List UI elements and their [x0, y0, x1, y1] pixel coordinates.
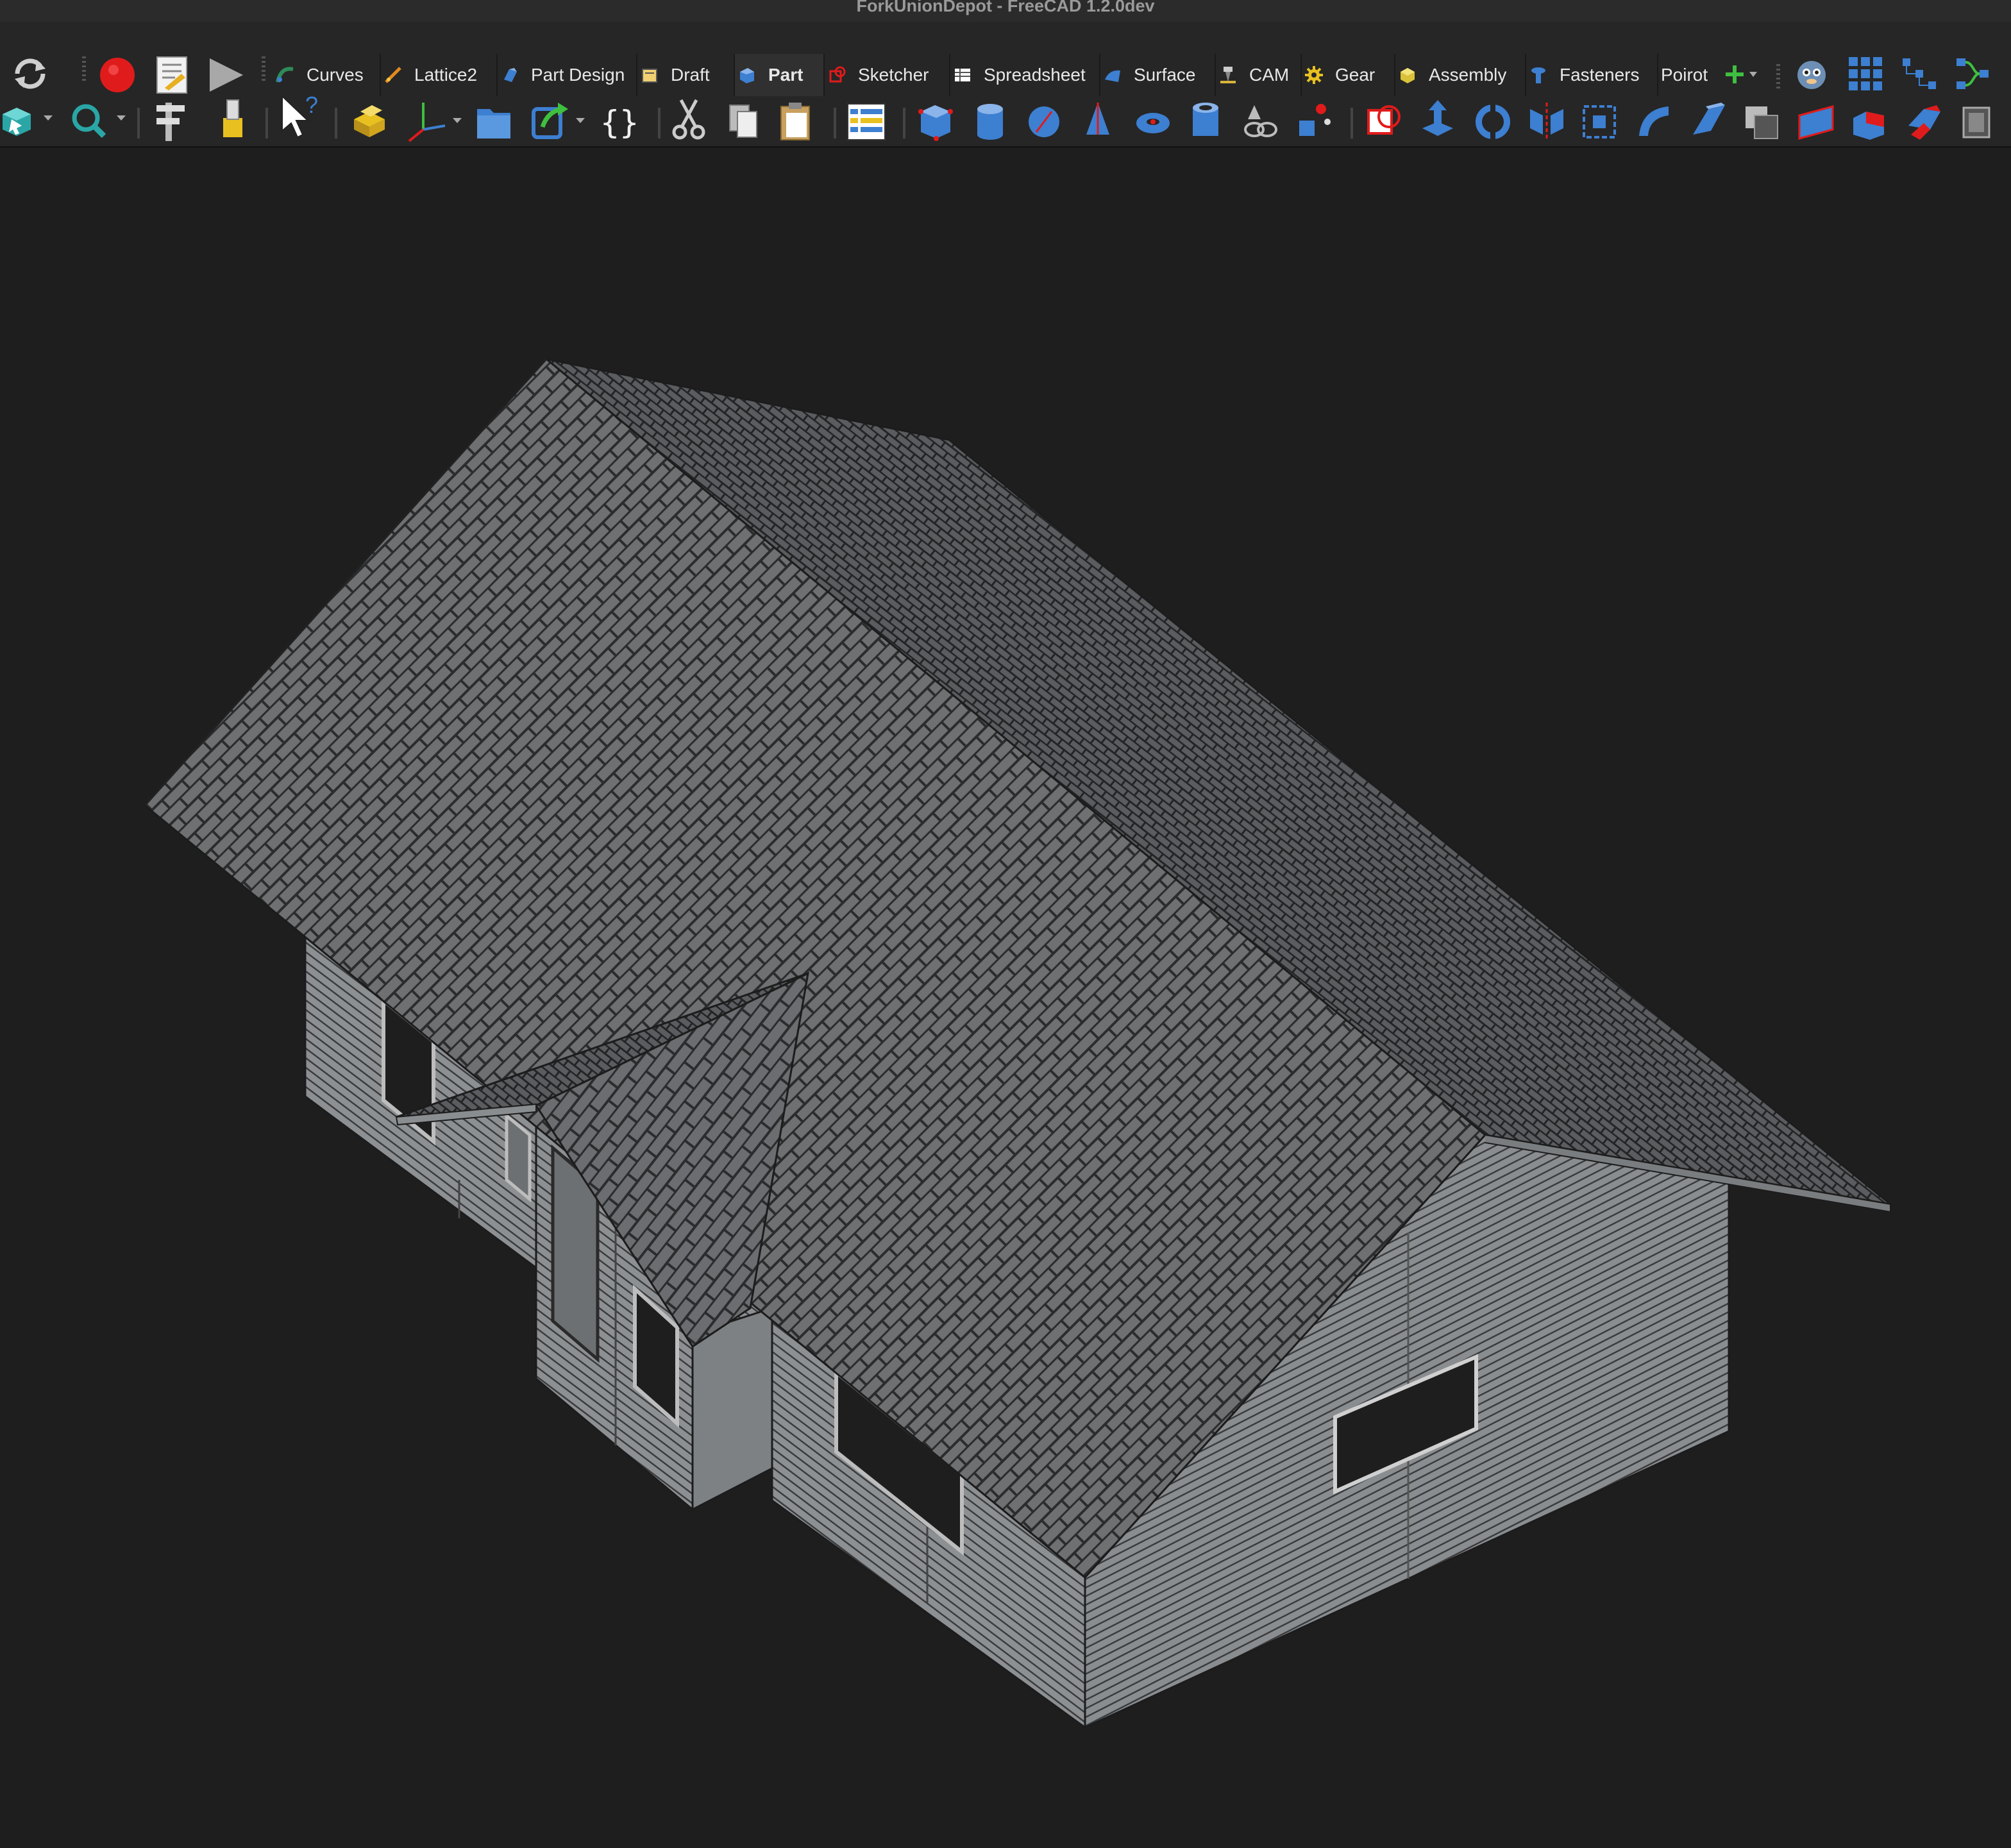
part-cross-section-icon[interactable]: [1908, 105, 1940, 140]
part-icon: [740, 68, 754, 83]
part-shape-builder-icon[interactable]: [1299, 104, 1331, 136]
part-thickness-icon[interactable]: [1798, 105, 1834, 140]
window-title: ForkUnionDepot - FreeCAD 1.2.0dev: [856, 0, 1155, 15]
part-primitives-icon[interactable]: [1244, 105, 1277, 137]
cut-scissors-icon[interactable]: [672, 99, 705, 140]
part-offset-icon[interactable]: [1746, 106, 1778, 139]
part-extrude-icon[interactable]: [1422, 100, 1453, 136]
draft-icon: [642, 69, 657, 83]
fasteners-icon: [1531, 67, 1545, 83]
addon-mascot-icon[interactable]: [1790, 53, 1833, 95]
part-sphere-icon[interactable]: [1029, 106, 1059, 137]
lattice2-icon: [385, 67, 401, 83]
part-toolbar-icons: ? {}: [3, 92, 1990, 142]
toolbar-separator: [262, 56, 265, 82]
cam-icon: [1220, 67, 1236, 83]
link-arrow-icon[interactable]: [532, 103, 585, 139]
part-chamfer-icon[interactable]: [1639, 106, 1669, 136]
part-loft-icon[interactable]: [1693, 103, 1725, 135]
workflow-branch-icon[interactable]: [1952, 53, 1994, 95]
part-stack-icon[interactable]: [354, 105, 385, 137]
part-mirror-icon[interactable]: [1530, 103, 1563, 141]
part-cone-icon[interactable]: [1086, 103, 1109, 135]
svg-text:?: ?: [305, 92, 318, 118]
add-workbench-button[interactable]: [1725, 62, 1763, 87]
paste-icon[interactable]: [780, 103, 810, 140]
std-view-box-icon[interactable]: [3, 108, 53, 136]
grid-view-icon[interactable]: [1844, 53, 1887, 95]
part-container-braces-icon[interactable]: {}: [600, 104, 639, 141]
part-box-icon[interactable]: [918, 105, 953, 141]
surface-icon: [1105, 70, 1120, 82]
part-projection-icon[interactable]: [1962, 106, 1990, 139]
curves-icon: [276, 67, 294, 83]
assembly-icon: [1401, 68, 1415, 83]
dependency-graph-icon[interactable]: [1898, 53, 1940, 95]
main-toolbar: Curves Lattice2 Part Design Draft Part S…: [0, 22, 2011, 99]
window-title-bar: ForkUnionDepot - FreeCAD 1.2.0dev: [0, 0, 2011, 22]
part-design-icon: [504, 68, 517, 82]
refresh-icon[interactable]: [9, 53, 51, 95]
part-revolve-icon[interactable]: [1476, 103, 1510, 141]
sketcher-icon: [829, 66, 846, 83]
toolbar-separator: [1776, 64, 1780, 90]
whats-this-pointer-icon[interactable]: ?: [282, 92, 318, 139]
part-cylinder-icon[interactable]: [977, 104, 1003, 140]
part-boolean-icon[interactable]: [1367, 105, 1401, 135]
part-fillet-icon[interactable]: [1583, 105, 1616, 139]
spreadsheet-table-icon[interactable]: [847, 103, 886, 140]
spreadsheet-icon: [955, 69, 970, 81]
zoom-fit-icon[interactable]: [72, 104, 126, 139]
part-tube-icon[interactable]: [1193, 103, 1218, 136]
copy-icon[interactable]: [729, 105, 757, 138]
part-torus-icon[interactable]: [1136, 113, 1170, 133]
datum-axes-icon[interactable]: [408, 103, 462, 142]
part-section-icon[interactable]: [1853, 112, 1884, 140]
svg-text:{}: {}: [600, 104, 639, 141]
light-bulb-icon[interactable]: [223, 99, 242, 137]
toolbar-separator: [82, 56, 86, 82]
house-model[interactable]: [0, 147, 2011, 1848]
gear-icon: [1305, 66, 1323, 84]
measure-caliper-icon[interactable]: [156, 103, 185, 141]
folder-group-icon[interactable]: [477, 109, 510, 139]
